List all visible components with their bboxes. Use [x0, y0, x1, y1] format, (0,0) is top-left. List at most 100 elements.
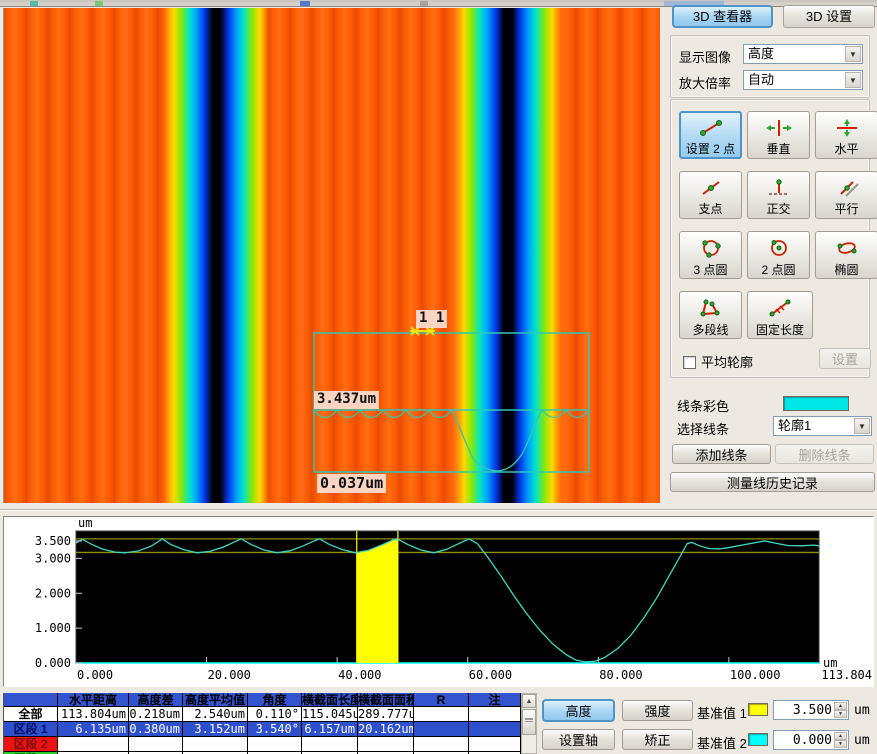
tool-fixed-length[interactable]: 固定长度 — [747, 291, 813, 339]
row-label-cell[interactable]: 区段 1 — [4, 722, 58, 737]
display-image-select[interactable]: 高度 ▼ — [743, 44, 863, 64]
svg-text:3.500: 3.500 — [35, 534, 71, 548]
spin-down-icon[interactable]: ▼ — [834, 710, 847, 718]
line-color-swatch[interactable] — [783, 396, 849, 411]
profile-chart-panel: 3.5003.0002.0001.0000.0000.00020.00040.0… — [3, 516, 874, 687]
tool-label: 固定长度 — [748, 323, 812, 337]
table-cell — [414, 737, 469, 752]
tool-parallel[interactable]: 平行 — [815, 171, 877, 219]
table-header-cell: 高度平均值 — [183, 693, 248, 707]
table-header-row: 水平距离高度差高度平均值角度横截面长度横截面面积R注 — [4, 693, 521, 707]
average-profile-label: 平均轮廓 — [701, 355, 753, 370]
table-header-cell: 高度差 — [129, 693, 183, 707]
tool-label: 垂直 — [748, 142, 809, 156]
tool-ellipse[interactable]: 椭圆 — [815, 231, 877, 279]
spin-up-icon[interactable]: ▲ — [834, 702, 847, 710]
table-cell — [414, 722, 469, 737]
profile-chart[interactable]: 3.5003.0002.0001.0000.0000.00020.00040.0… — [4, 517, 873, 686]
intensity-button[interactable]: 强度 — [622, 700, 693, 721]
scroll-up-icon[interactable]: ▲ — [522, 694, 536, 708]
scrollbar-thumb[interactable] — [522, 709, 536, 735]
svg-text:60.000: 60.000 — [469, 668, 512, 682]
table-cell — [302, 737, 358, 752]
magnification-select[interactable]: 自动 ▼ — [743, 70, 863, 90]
tab-3d-settings[interactable]: 3D 设置 — [783, 5, 875, 28]
add-line-button[interactable]: 添加线条 — [672, 444, 771, 464]
set-axis-button[interactable]: 设置轴 — [542, 729, 615, 750]
row-label-cell[interactable]: 区段 2 — [4, 737, 58, 752]
correct-button[interactable]: 矫正 — [622, 729, 693, 750]
baseline2-unit: um — [854, 733, 870, 748]
fixed-length-icon — [766, 298, 794, 318]
spin-up-icon[interactable]: ▲ — [834, 732, 847, 740]
baseline2-color-swatch[interactable] — [748, 733, 768, 746]
table-cell — [469, 722, 521, 737]
height-map-view[interactable]: 1 1 3.437um 0.037um — [3, 8, 660, 503]
chevron-down-icon[interactable]: ▼ — [845, 46, 861, 62]
circle-3-points-icon — [697, 238, 725, 258]
settings-button[interactable]: 设置 — [819, 348, 871, 369]
table-cell: 0.110° — [248, 707, 302, 722]
baseline2-value: 0.000 — [793, 732, 832, 749]
tool-circle-3pt[interactable]: 3 点圆 — [679, 231, 742, 279]
table-cell — [129, 737, 183, 752]
table-scrollbar[interactable]: ▲ — [521, 693, 537, 754]
pivot-line-icon — [697, 179, 725, 197]
display-groupbox: 显示图像 高度 ▼ 放大倍率 自动 ▼ — [670, 35, 870, 98]
circle-2-points-icon — [765, 238, 793, 258]
svg-text:2.000: 2.000 — [35, 586, 71, 600]
control-panel: 3D 查看器 3D 设置 显示图像 高度 ▼ 放大倍率 自动 ▼ 设置 2 点 — [663, 0, 877, 516]
line-color-label: 线条彩色 — [677, 396, 729, 415]
tool-label: 水平 — [816, 142, 877, 156]
tool-label: 正交 — [748, 202, 809, 216]
orthogonal-icon — [765, 179, 793, 197]
baseline1-color-swatch[interactable] — [748, 703, 768, 716]
ellipse-icon — [833, 238, 861, 258]
baseline1-unit: um — [854, 703, 870, 718]
average-profile-checkbox[interactable] — [683, 356, 696, 369]
tool-circle-2pt[interactable]: 2 点圆 — [747, 231, 810, 279]
tab-3d-viewer[interactable]: 3D 查看器 — [672, 5, 773, 28]
tool-set-2-points[interactable]: 设置 2 点 — [679, 111, 742, 159]
tool-polyline[interactable]: 多段线 — [679, 291, 742, 339]
magnification-value: 自动 — [748, 72, 774, 87]
table-cell: 6.135um — [58, 722, 129, 737]
marker-label: 1 1 — [416, 310, 447, 328]
table-row[interactable]: 全部113.804um0.218um2.540um0.110°115.045um… — [4, 707, 521, 722]
table-cell — [469, 737, 521, 752]
table-row[interactable]: 区段 2 — [4, 737, 521, 752]
tool-vertical[interactable]: 垂直 — [747, 111, 810, 159]
table-cell — [469, 707, 521, 722]
table-cell: 289.777um2 — [358, 707, 414, 722]
tool-label: 设置 2 点 — [681, 142, 740, 156]
tool-orthogonal[interactable]: 正交 — [747, 171, 810, 219]
results-table[interactable]: 水平距离高度差高度平均值角度横截面长度横截面面积R注全部113.804um0.2… — [3, 693, 521, 754]
tool-horizontal[interactable]: 水平 — [815, 111, 877, 159]
inline-profile-curve — [314, 410, 589, 471]
table-cell — [248, 737, 302, 752]
tool-pivot[interactable]: 支点 — [679, 171, 742, 219]
delete-line-button[interactable]: 删除线条 — [775, 444, 874, 464]
baseline2-spinbox[interactable]: 0.000 ▲▼ — [773, 730, 849, 750]
svg-text:1.000: 1.000 — [35, 621, 71, 635]
two-point-line-icon — [697, 119, 725, 137]
chevron-down-icon[interactable]: ▼ — [845, 72, 861, 88]
vertical-line-icon — [765, 119, 793, 137]
baseline1-value: 3.500 — [793, 702, 832, 719]
tool-label: 多段线 — [680, 323, 741, 337]
chevron-down-icon[interactable]: ▼ — [854, 418, 870, 434]
table-cell: 115.045um — [302, 707, 358, 722]
row-label-cell[interactable]: 全部 — [4, 707, 58, 722]
select-line-dropdown[interactable]: 轮廓1 ▼ — [773, 416, 872, 436]
table-cell — [58, 737, 129, 752]
height-button[interactable]: 高度 — [542, 699, 615, 722]
table-cell: 2.540um — [183, 707, 248, 722]
table-cell: 3.152um — [183, 722, 248, 737]
baseline1-spinbox[interactable]: 3.500 ▲▼ — [773, 700, 849, 720]
spin-down-icon[interactable]: ▼ — [834, 740, 847, 748]
measure-markers[interactable] — [410, 327, 435, 335]
measure-history-button[interactable]: 测量线历史记录 — [670, 472, 875, 492]
baseline2-label: 基准值 2 — [697, 733, 747, 752]
svg-text:80.000: 80.000 — [599, 668, 642, 682]
table-row[interactable]: 区段 16.135um0.380um3.152um3.540°6.157um20… — [4, 722, 521, 737]
